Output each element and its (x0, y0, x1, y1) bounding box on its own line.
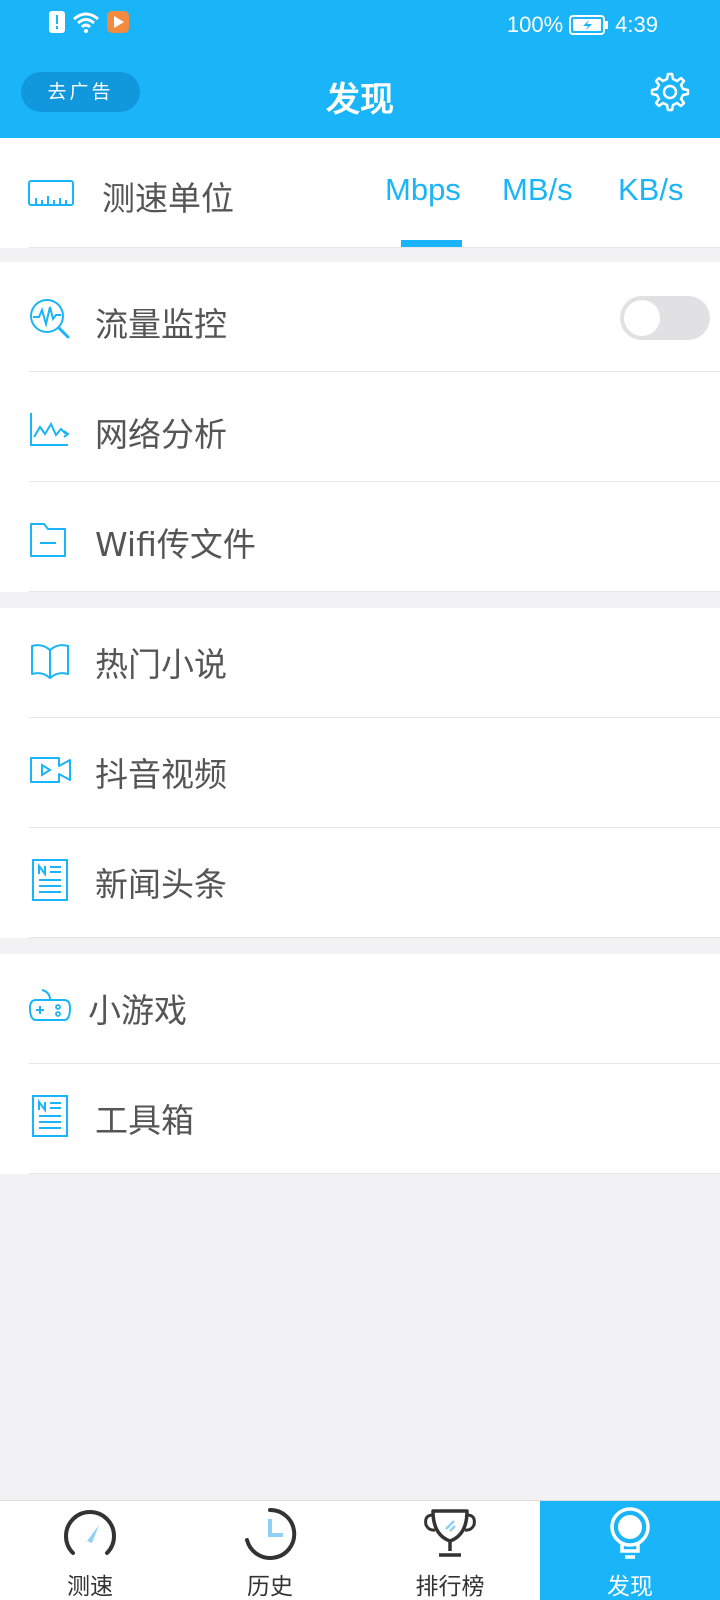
traffic-monitor-icon (30, 299, 70, 339)
list-item-news[interactable]: 新闻头条 (0, 828, 720, 938)
list-item-label: 网络分析 (95, 415, 227, 454)
list-item-mini-games[interactable]: 小游戏 (0, 954, 720, 1064)
speedometer-icon (64, 1510, 116, 1555)
app-notification-icon (107, 11, 129, 33)
list-item-label: 热门小说 (95, 645, 227, 684)
toolbox-icon (32, 1095, 68, 1137)
wifi-icon (73, 12, 99, 33)
book-icon (31, 644, 69, 679)
list-item-toolbox[interactable]: 工具箱 (0, 1064, 720, 1174)
traffic-monitor-toggle[interactable] (620, 296, 710, 340)
unit-tab-mbs[interactable]: MB/s (502, 172, 573, 208)
games-section: 小游戏 工具箱 (0, 954, 720, 1174)
divider (29, 937, 720, 938)
nav-tab-speed-test[interactable]: 测速 (0, 1501, 180, 1600)
list-item-label: 小游戏 (88, 991, 187, 1030)
ruler-icon (28, 180, 74, 206)
video-icon (30, 757, 71, 783)
list-item-douyin-video[interactable]: 抖音视频 (0, 718, 720, 828)
unit-tab-kbs[interactable]: KB/s (618, 172, 683, 208)
app-bar: 去广告 发现 (0, 48, 720, 138)
clock-time: 4:39 (615, 12, 658, 37)
nav-label: 排行榜 (415, 1574, 485, 1600)
list-item-novels[interactable]: 热门小说 (0, 608, 720, 718)
battery-percent: 100% (506, 12, 564, 37)
list-item-label: 新闻头条 (95, 865, 227, 904)
page-title: 发现 (326, 80, 394, 120)
nav-label: 历史 (247, 1574, 293, 1600)
news-icon (32, 859, 68, 901)
list-item-label: 流量监控 (95, 305, 227, 344)
battery-charging-icon (569, 15, 609, 35)
unit-selected-indicator (401, 240, 462, 247)
toggle-knob (624, 300, 660, 336)
speed-unit-label: 测速单位 (102, 179, 234, 218)
clock-icon (245, 1507, 297, 1560)
nav-tab-history[interactable]: 历史 (180, 1501, 360, 1600)
content-section: 热门小说 抖音视频 新闻头条 (0, 608, 720, 938)
status-right: 100% 4:39 (507, 12, 658, 38)
nav-tab-leaderboard[interactable]: 排行榜 (360, 1501, 540, 1600)
nav-label: 发现 (607, 1574, 653, 1600)
nav-tab-discover[interactable]: 发现 (540, 1501, 720, 1600)
trophy-icon (424, 1509, 476, 1557)
status-icons (48, 10, 130, 34)
speed-unit-section: 测速单位 Mbps MB/s KB/s (0, 138, 720, 248)
divider (29, 591, 720, 592)
list-item-label: Wifi传文件 (95, 525, 256, 564)
gear-icon[interactable] (646, 70, 690, 114)
bottom-nav: 测速 历史 排行榜 发现 (0, 1500, 720, 1600)
divider (29, 247, 720, 248)
unit-tab-mbps[interactable]: Mbps (385, 172, 461, 208)
lightbulb-icon (610, 1507, 650, 1559)
network-analysis-icon (30, 413, 70, 446)
status-bar: 100% 4:39 (0, 0, 720, 48)
nav-label: 测速 (67, 1574, 113, 1600)
gamepad-icon (28, 989, 72, 1021)
list-item-traffic-monitor[interactable]: 流量监控 (0, 262, 720, 372)
speed-unit-row: 测速单位 Mbps MB/s KB/s (0, 138, 720, 248)
alert-icon (49, 11, 65, 33)
folder-icon (30, 523, 66, 557)
list-item-label: 工具箱 (95, 1101, 194, 1140)
list-item-wifi-transfer[interactable]: Wifi传文件 (0, 482, 720, 592)
list-item-label: 抖音视频 (95, 755, 227, 794)
list-item-network-analysis[interactable]: 网络分析 (0, 372, 720, 482)
divider (29, 1173, 720, 1174)
tools-section: 流量监控 网络分析 Wifi传文件 (0, 262, 720, 592)
